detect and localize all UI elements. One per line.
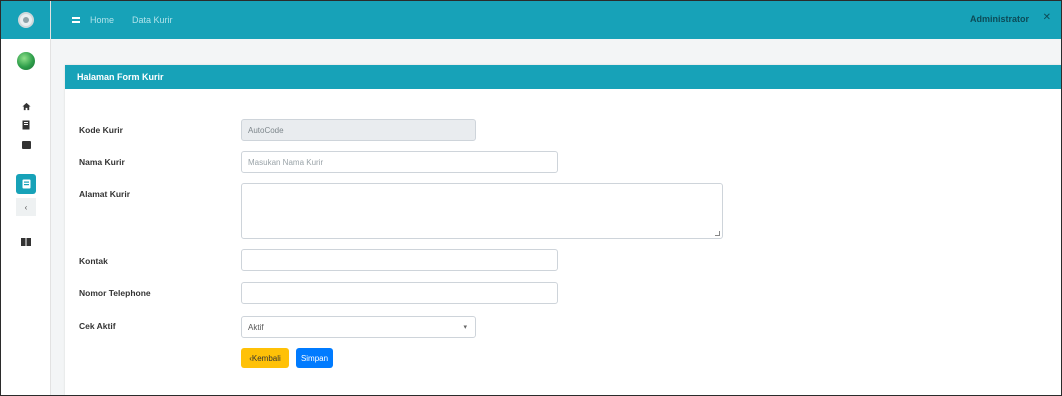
chevron-icon[interactable]: ‹ — [16, 198, 36, 216]
back-button[interactable]: ‹Kembali — [241, 348, 289, 368]
logo-icon — [17, 12, 34, 28]
telephone-label: Nomor Telephone — [79, 288, 151, 298]
book-icon[interactable] — [1, 118, 51, 132]
folder-icon[interactable] — [1, 138, 51, 152]
app-window: ‹ Home Data Kurir Administrator ✕ Halama… — [0, 0, 1062, 396]
resize-handle-icon[interactable] — [715, 231, 720, 236]
save-button[interactable]: Simpan — [296, 348, 333, 368]
grid-icon[interactable] — [1, 235, 51, 249]
nav-link-home[interactable]: Home — [90, 15, 114, 25]
avatar[interactable] — [17, 52, 35, 70]
status-label: Cek Aktif — [79, 321, 116, 331]
alamat-kurir-label: Alamat Kurir — [79, 189, 131, 199]
home-icon[interactable] — [1, 99, 51, 113]
kode-kurir-label: Kode Kurir — [79, 125, 123, 135]
kontak-field[interactable] — [241, 249, 558, 271]
top-navbar: Home Data Kurir Administrator ✕ — [51, 1, 1061, 39]
alamat-kurir-textarea[interactable] — [241, 183, 723, 239]
sidebar-brand[interactable] — [1, 1, 50, 39]
chevron-down-icon: ▾ — [463, 324, 467, 331]
user-menu[interactable]: Administrator — [970, 14, 1029, 24]
kontak-label: Kontak — [79, 256, 108, 266]
status-select[interactable]: Aktif ▾ — [241, 316, 476, 338]
kode-kurir-field: AutoCode — [241, 119, 476, 141]
close-icon[interactable]: ✕ — [1043, 12, 1051, 23]
sidebar: ‹ — [1, 1, 51, 395]
telephone-field[interactable] — [241, 282, 558, 304]
nama-kurir-label: Nama Kurir — [79, 157, 125, 167]
menu-toggle-icon[interactable] — [72, 17, 80, 23]
status-selected-value: Aktif — [248, 322, 264, 332]
card-title: Halaman Form Kurir — [65, 65, 1061, 89]
nama-kurir-field[interactable]: Masukan Nama Kurir — [241, 151, 558, 173]
form-card: Halaman Form Kurir Kode Kurir AutoCode N… — [65, 65, 1061, 395]
nav-link-page[interactable]: Data Kurir — [132, 15, 173, 25]
form-icon[interactable] — [16, 174, 36, 194]
